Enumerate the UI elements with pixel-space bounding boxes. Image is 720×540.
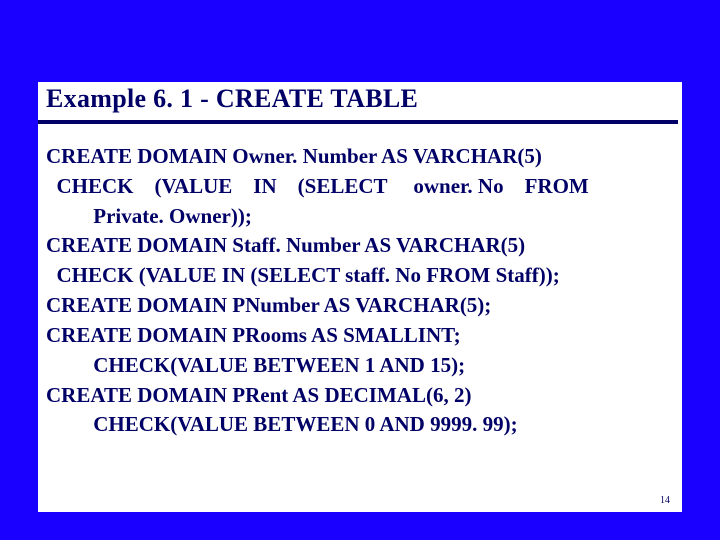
code-line: CHECK (VALUE IN (SELECT staff. No FROM S… [46, 263, 560, 287]
slide-container: Example 6. 1 - CREATE TABLE CREATE DOMAI… [38, 82, 682, 512]
code-line: CREATE DOMAIN Owner. Number AS VARCHAR(5… [46, 144, 542, 168]
code-line: CREATE DOMAIN PNumber AS VARCHAR(5); [46, 293, 491, 317]
code-line: CHECK(VALUE BETWEEN 0 AND 9999. 99); [46, 412, 518, 436]
page-number: 14 [660, 495, 670, 506]
code-line: CREATE DOMAIN Staff. Number AS VARCHAR(5… [46, 233, 525, 257]
code-line: CREATE DOMAIN PRooms AS SMALLINT; [46, 323, 461, 347]
code-line: Private. Owner)); [46, 204, 252, 228]
code-line: CREATE DOMAIN PRent AS DECIMAL(6, 2) [46, 383, 471, 407]
slide-content: CREATE DOMAIN Owner. Number AS VARCHAR(5… [38, 124, 682, 440]
code-line: CHECK (VALUE IN (SELECT owner. No FROM [46, 174, 589, 198]
code-line: CHECK(VALUE BETWEEN 1 AND 15); [46, 353, 465, 377]
slide-title: Example 6. 1 - CREATE TABLE [38, 82, 682, 114]
